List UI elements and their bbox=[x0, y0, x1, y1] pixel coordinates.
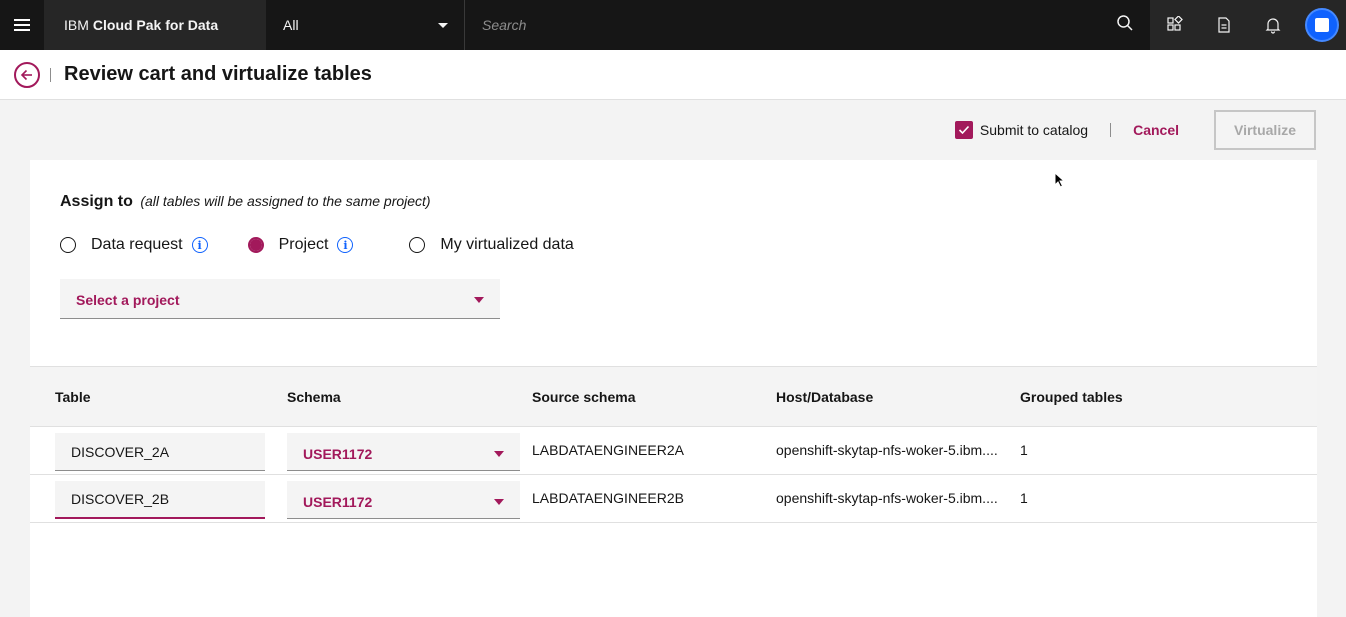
top-nav-bar: IBM Cloud Pak for Data All bbox=[0, 0, 1346, 50]
info-icon[interactable]: i bbox=[337, 237, 354, 253]
column-header-table: Table bbox=[55, 389, 91, 405]
action-bar: Submit to catalog Cancel Virtualize bbox=[954, 110, 1316, 150]
user-avatar-button[interactable] bbox=[1297, 0, 1346, 50]
column-header-host-database: Host/Database bbox=[776, 389, 874, 405]
host-database-cell: openshift-skytap-nfs-woker-5.ibm.... bbox=[776, 442, 998, 458]
source-schema-cell: LABDATAENGINEER2A bbox=[532, 442, 684, 458]
divider bbox=[1110, 123, 1112, 137]
radio-label: Project bbox=[278, 236, 329, 253]
search-input[interactable] bbox=[482, 17, 882, 33]
scope-value: All bbox=[283, 17, 299, 33]
chevron-down-icon bbox=[494, 498, 504, 505]
chevron-down-icon bbox=[438, 22, 448, 28]
search-bar bbox=[465, 0, 1150, 50]
menu-icon[interactable] bbox=[0, 0, 44, 50]
radio-my-virtualized-data[interactable]: My virtualized data bbox=[409, 236, 574, 254]
back-arrow-icon[interactable] bbox=[14, 61, 40, 88]
column-header-source-schema: Source schema bbox=[532, 389, 636, 405]
radio-label: Data request bbox=[91, 236, 183, 253]
assign-to-heading: Assign to (all tables will be assigned t… bbox=[60, 193, 431, 211]
divider bbox=[50, 67, 51, 82]
assign-to-label: Assign to bbox=[60, 193, 133, 210]
table-header: Table Schema Source schema Host/Database… bbox=[30, 366, 1317, 427]
document-icon[interactable] bbox=[1199, 0, 1248, 50]
grouped-tables-cell: 1 bbox=[1020, 442, 1028, 458]
schema-select[interactable]: USER1172 bbox=[287, 481, 520, 519]
radio-data-request[interactable]: Data request i bbox=[60, 236, 208, 254]
table-row: DISCOVER_2A USER1172 LABDATAENGINEER2A o… bbox=[30, 427, 1317, 475]
source-schema-cell: LABDATAENGINEER2B bbox=[532, 490, 684, 506]
search-icon[interactable] bbox=[1116, 14, 1134, 37]
page-header: Review cart and virtualize tables bbox=[0, 50, 1346, 100]
chevron-down-icon bbox=[494, 450, 504, 457]
radio-button[interactable] bbox=[60, 237, 76, 253]
schema-value: USER1172 bbox=[303, 493, 373, 510]
table-name-input[interactable]: DISCOVER_2A bbox=[55, 433, 265, 471]
brand[interactable]: IBM Cloud Pak for Data bbox=[44, 0, 266, 50]
column-header-grouped-tables: Grouped tables bbox=[1020, 389, 1123, 405]
radio-label: My virtualized data bbox=[440, 236, 574, 253]
host-database-cell: openshift-skytap-nfs-woker-5.ibm.... bbox=[776, 490, 998, 506]
catalog-icon[interactable] bbox=[1150, 0, 1199, 50]
cart-card: Assign to (all tables will be assigned t… bbox=[30, 160, 1317, 617]
table-name-input[interactable]: DISCOVER_2B bbox=[55, 481, 265, 519]
schema-select[interactable]: USER1172 bbox=[287, 433, 520, 471]
scope-dropdown[interactable]: All bbox=[266, 0, 465, 50]
virtualize-button[interactable]: Virtualize bbox=[1214, 110, 1316, 150]
avatar bbox=[1304, 8, 1339, 42]
submit-to-catalog-label[interactable]: Submit to catalog bbox=[980, 122, 1088, 138]
brand-prefix: IBM bbox=[64, 17, 89, 33]
chevron-down-icon bbox=[474, 297, 484, 303]
info-icon[interactable]: i bbox=[191, 237, 208, 253]
assign-to-hint: (all tables will be assigned to the same… bbox=[140, 193, 431, 209]
radio-button[interactable] bbox=[409, 237, 426, 253]
radio-project[interactable]: Project i bbox=[247, 236, 354, 254]
grouped-tables-cell: 1 bbox=[1020, 490, 1028, 506]
radio-button[interactable] bbox=[247, 237, 264, 253]
schema-value: USER1172 bbox=[303, 445, 373, 462]
mouse-cursor-icon bbox=[1054, 171, 1066, 193]
table-row: DISCOVER_2B USER1172 LABDATAENGINEER2B o… bbox=[30, 475, 1317, 523]
cancel-button[interactable]: Cancel bbox=[1133, 122, 1179, 138]
assign-to-radio-group: Data request i Project i My virtualized … bbox=[60, 236, 614, 254]
project-select[interactable]: Select a project bbox=[60, 279, 500, 319]
project-select-placeholder: Select a project bbox=[76, 292, 180, 308]
notification-icon[interactable] bbox=[1248, 0, 1297, 50]
page-title: Review cart and virtualize tables bbox=[64, 63, 372, 85]
column-header-schema: Schema bbox=[287, 389, 341, 405]
submit-to-catalog-checkbox[interactable] bbox=[954, 121, 973, 139]
brand-name: Cloud Pak for Data bbox=[92, 17, 219, 33]
